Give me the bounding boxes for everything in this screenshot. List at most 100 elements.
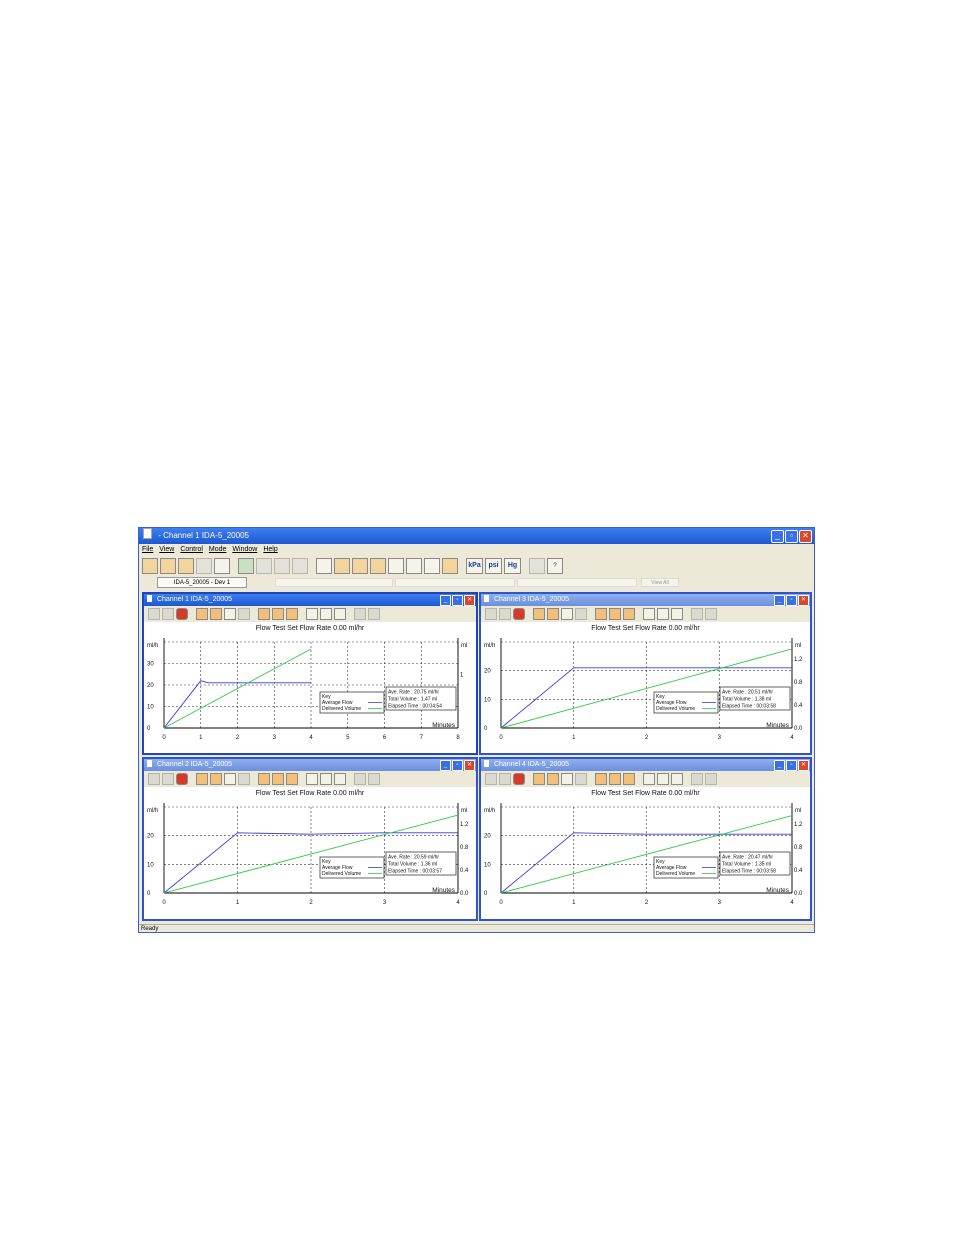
page-icon[interactable] [705, 773, 717, 785]
close-button[interactable]: ✕ [798, 760, 809, 771]
occlusion-test-icon[interactable] [210, 773, 222, 785]
occlusion-test-icon[interactable] [547, 773, 559, 785]
stop-icon[interactable] [499, 773, 511, 785]
minimize-button[interactable]: _ [771, 530, 784, 543]
volume-graph-icon[interactable] [424, 557, 440, 574]
scroll-right-icon[interactable] [334, 608, 346, 620]
maximize-button[interactable]: ▫ [452, 595, 463, 606]
help-icon[interactable]: ? [547, 557, 563, 574]
bolus-test-icon[interactable] [224, 608, 236, 620]
maximize-button[interactable]: ▫ [785, 530, 798, 543]
trumpet-curve-icon[interactable] [370, 557, 386, 574]
dropdown-icon[interactable] [623, 773, 635, 785]
menu-mode[interactable]: Mode [209, 544, 227, 555]
fit-all-icon[interactable] [320, 608, 332, 620]
occlusion-test-icon[interactable] [547, 608, 559, 620]
menu-control[interactable]: Control [180, 544, 203, 555]
scroll-left-icon[interactable] [306, 773, 318, 785]
record-icon[interactable] [176, 608, 188, 620]
maximize-button[interactable]: ▫ [786, 595, 797, 606]
maximize-button[interactable]: ▫ [786, 760, 797, 771]
print-icon[interactable] [196, 557, 212, 574]
channel-title-bar[interactable]: Channel 3 IDA-5_20005 _ ▫ ✕ [481, 594, 810, 606]
zoom-icon[interactable] [485, 773, 497, 785]
menu-help[interactable]: Help [263, 544, 277, 555]
save-icon[interactable] [178, 557, 194, 574]
device-tab[interactable]: IDA-5_20005 - Dev 1 [157, 577, 247, 588]
close-button[interactable]: ✕ [799, 530, 812, 543]
flow-test-icon[interactable] [196, 608, 208, 620]
pca-test-icon[interactable] [575, 608, 587, 620]
close-button[interactable]: ✕ [798, 595, 809, 606]
flow-test-icon[interactable] [316, 557, 332, 574]
page-icon[interactable] [354, 773, 366, 785]
pca-test-icon[interactable] [238, 608, 250, 620]
page-icon[interactable] [691, 608, 703, 620]
bolus-test-icon[interactable] [561, 608, 573, 620]
channel-title-bar[interactable]: Channel 1 IDA-5_20005 _ ▫ ✕ [144, 594, 476, 606]
blank-graph-icon[interactable] [388, 557, 404, 574]
bolus-test-icon[interactable] [352, 557, 368, 574]
pca-test-icon[interactable] [238, 773, 250, 785]
copy-icon[interactable] [274, 557, 290, 574]
maximize-button[interactable]: ▫ [452, 760, 463, 771]
menu-view[interactable]: View [159, 544, 174, 555]
scroll-right-icon[interactable] [671, 608, 683, 620]
minimize-button[interactable]: _ [440, 760, 451, 771]
fit-all-icon[interactable] [320, 773, 332, 785]
channel-title-bar[interactable]: Channel 2 IDA-5_20005 _ ▫ ✕ [144, 759, 476, 771]
scroll-right-icon[interactable] [671, 773, 683, 785]
paste-icon[interactable] [292, 557, 308, 574]
unit-kpa-button[interactable]: kPa [466, 557, 483, 574]
zoom-icon[interactable] [148, 608, 160, 620]
tile-windows-icon[interactable] [442, 557, 458, 574]
stop-icon[interactable] [499, 608, 511, 620]
minimize-button[interactable]: _ [440, 595, 451, 606]
scroll-left-icon[interactable] [643, 608, 655, 620]
flow-graph-icon[interactable] [406, 557, 422, 574]
new-icon[interactable] [142, 557, 158, 574]
menu-window[interactable]: Window [232, 544, 257, 555]
bolus-test-icon[interactable] [224, 773, 236, 785]
occlusion-test-icon[interactable] [334, 557, 350, 574]
fit-graph-icon[interactable] [272, 773, 284, 785]
unit-hg-button[interactable]: Hg [504, 557, 521, 574]
scroll-left-icon[interactable] [643, 773, 655, 785]
record-icon[interactable] [176, 773, 188, 785]
app-title-bar[interactable]: - Channel 1 IDA-5_20005 _ ▫ ✕ [139, 528, 814, 544]
page-icon[interactable] [368, 773, 380, 785]
page-icon[interactable] [368, 608, 380, 620]
pressure-icon[interactable] [595, 773, 607, 785]
page-icon[interactable] [354, 608, 366, 620]
dropdown-icon[interactable] [623, 608, 635, 620]
pressure-icon[interactable] [595, 608, 607, 620]
scroll-left-icon[interactable] [306, 608, 318, 620]
fit-graph-icon[interactable] [272, 608, 284, 620]
unit-psi-button[interactable]: psi [485, 557, 502, 574]
stop-icon[interactable] [162, 608, 174, 620]
channel-title-bar[interactable]: Channel 4 IDA-5_20005 _ ▫ ✕ [481, 759, 810, 771]
dropdown-icon[interactable] [286, 773, 298, 785]
zoom-icon[interactable] [485, 608, 497, 620]
pressure-icon[interactable] [258, 773, 270, 785]
flow-test-icon[interactable] [533, 608, 545, 620]
settings-icon[interactable] [529, 557, 545, 574]
open-icon[interactable] [160, 557, 176, 574]
flow-test-icon[interactable] [196, 773, 208, 785]
minimize-button[interactable]: _ [774, 595, 785, 606]
pressure-icon[interactable] [258, 608, 270, 620]
page-icon[interactable] [691, 773, 703, 785]
flow-test-icon[interactable] [533, 773, 545, 785]
print-preview-icon[interactable] [214, 557, 230, 574]
pca-test-icon[interactable] [575, 773, 587, 785]
record-icon[interactable] [513, 608, 525, 620]
zoom-icon[interactable] [148, 773, 160, 785]
fit-graph-icon[interactable] [609, 608, 621, 620]
close-button[interactable]: ✕ [464, 595, 475, 606]
record-icon[interactable] [256, 557, 272, 574]
dropdown-icon[interactable] [286, 608, 298, 620]
fit-all-icon[interactable] [657, 608, 669, 620]
occlusion-test-icon[interactable] [210, 608, 222, 620]
bolus-test-icon[interactable] [561, 773, 573, 785]
record-icon[interactable] [513, 773, 525, 785]
